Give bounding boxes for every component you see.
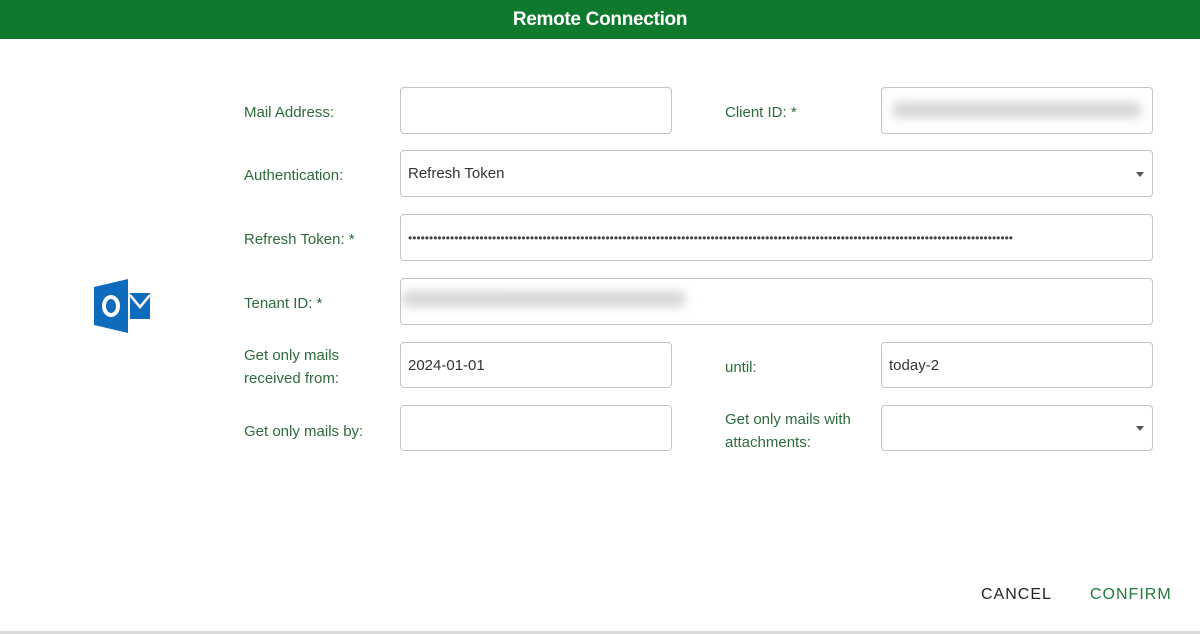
refresh-token-value: ••••••••••••••••••••••••••••••••••••••••… xyxy=(408,230,1013,245)
confirm-button[interactable]: CONFIRM xyxy=(1084,585,1178,605)
redaction-blur xyxy=(401,291,686,307)
until-label: until: xyxy=(725,359,757,376)
until-value: today-2 xyxy=(889,356,940,374)
mail-address-input[interactable] xyxy=(400,87,672,134)
received-from-value: 2024-01-01 xyxy=(408,356,485,374)
until-input[interactable]: today-2 xyxy=(881,342,1153,388)
redaction-blur xyxy=(892,102,1142,118)
mails-by-label: Get only mails by: xyxy=(244,423,364,440)
authentication-label: Authentication: xyxy=(244,167,344,184)
client-id-label: Client ID: * xyxy=(725,104,797,121)
tenant-id-input[interactable] xyxy=(400,278,1153,325)
mails-by-input[interactable] xyxy=(400,405,672,451)
authentication-select[interactable]: Refresh Token xyxy=(400,150,1153,197)
refresh-token-label: Refresh Token: * xyxy=(244,231,355,248)
remote-connection-dialog: Remote Connection Mail Address: Client I… xyxy=(0,0,1200,634)
outlook-icon xyxy=(94,279,151,333)
tenant-id-label: Tenant ID: * xyxy=(244,295,323,312)
authentication-value: Refresh Token xyxy=(408,165,505,182)
cancel-button[interactable]: CANCEL xyxy=(975,585,1058,605)
chevron-down-icon xyxy=(1136,171,1144,177)
received-from-input[interactable]: 2024-01-01 xyxy=(400,342,672,388)
mail-address-label: Mail Address: xyxy=(244,104,335,121)
dialog-title: Remote Connection xyxy=(0,0,1200,39)
with-attachments-select[interactable] xyxy=(881,405,1153,451)
client-id-input[interactable] xyxy=(881,87,1153,134)
chevron-down-icon xyxy=(1136,426,1144,431)
received-from-label: Get only mails received from: xyxy=(244,347,340,387)
with-attachments-label: Get only mails with attachments: xyxy=(725,411,851,451)
refresh-token-input[interactable]: ••••••••••••••••••••••••••••••••••••••••… xyxy=(400,214,1153,261)
